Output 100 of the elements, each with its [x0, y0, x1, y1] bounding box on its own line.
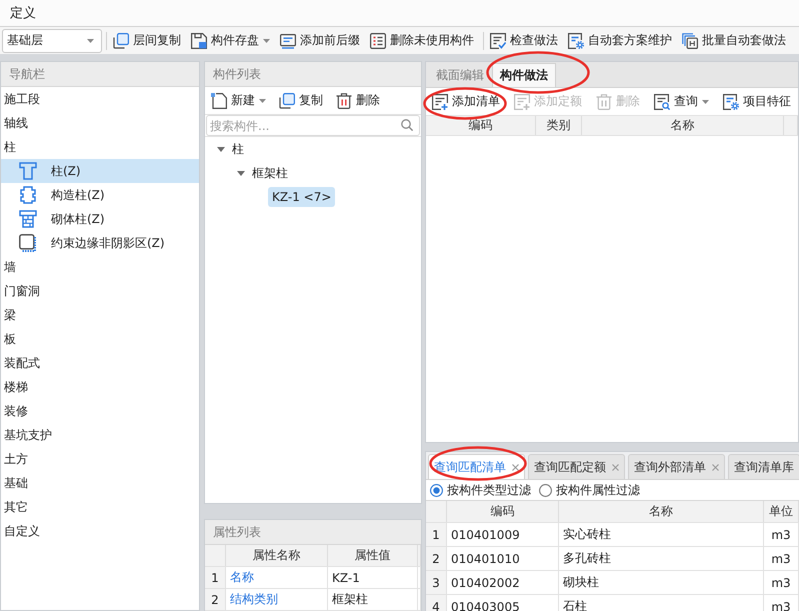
table-cell: 多孔砖柱 [559, 547, 764, 570]
table-cell: 框架柱 [328, 589, 418, 610]
close-icon[interactable] [512, 464, 519, 470]
list-plus-icon [514, 94, 530, 110]
table-cell: 010401010 [447, 547, 559, 570]
radio-option[interactable]: 按构件属性过滤 [539, 482, 640, 498]
toolbar-button[interactable]: 检查做法 [485, 28, 563, 52]
caret-icon[interactable] [237, 170, 245, 176]
tab[interactable]: 查询外部清单 [628, 454, 725, 479]
radio-option[interactable]: 按构件类型过滤 [430, 482, 531, 498]
tab[interactable]: 查询匹配定额 [528, 454, 625, 479]
nav-item[interactable]: 基坑支护 [1, 423, 199, 447]
nav-item[interactable]: 自定义 [1, 519, 199, 543]
table-cell: 010403005 [447, 595, 559, 611]
tree-item[interactable]: 柱 [228, 138, 248, 160]
tree-item[interactable]: KZ-1 <7> [268, 187, 336, 207]
nav-item[interactable]: 轴线 [1, 111, 199, 135]
square-icon [19, 234, 37, 252]
panel-title: 构件列表 [205, 62, 421, 87]
copy-icon [279, 92, 295, 108]
column-header: 编码 [426, 116, 536, 135]
list-icon [370, 32, 386, 48]
toolbar-button[interactable]: 构件存盘 [186, 28, 275, 52]
nav-item[interactable]: 柱(Z) [1, 159, 199, 183]
toolbar-button[interactable]: 批量自动套做法 [677, 28, 791, 52]
table-cell: m3 [764, 523, 799, 546]
trash-icon [336, 92, 352, 108]
table-cell: 实心砖柱 [559, 523, 764, 546]
nav-item[interactable]: 装修 [1, 399, 199, 423]
row-number: 1 [205, 567, 226, 588]
nav-item[interactable]: 土方 [1, 447, 199, 471]
save-icon [191, 32, 207, 48]
nav-item[interactable]: 施工段 [1, 87, 199, 111]
toolbar-button[interactable]: 添加前后缀 [275, 28, 365, 52]
close-icon[interactable] [612, 464, 619, 470]
table-cell: KZ-1 [328, 567, 418, 588]
toolbar-button[interactable]: 删除未使用构件 [365, 28, 479, 52]
list-plus-icon [432, 94, 448, 110]
nav-item[interactable]: 梁 [1, 303, 199, 327]
table-cell: 砌块柱 [559, 571, 764, 594]
nav-item[interactable]: 门窗洞 [1, 279, 199, 303]
tab[interactable]: 构件做法 [492, 63, 556, 87]
brick-column-icon [19, 210, 37, 228]
caret-icon[interactable] [217, 146, 225, 152]
row-number: 1 [426, 523, 447, 546]
close-icon[interactable] [712, 464, 719, 470]
column-header: 类别 [536, 116, 582, 135]
search-icon [401, 119, 413, 131]
table-cell: 结构类别 [226, 589, 328, 610]
column-header: 属性名称 [226, 545, 328, 566]
row-number: 4 [426, 595, 447, 611]
row-number: 2 [426, 547, 447, 570]
caret-icon [87, 38, 94, 42]
nav-item[interactable]: 柱 [1, 135, 199, 159]
search-field[interactable]: 搜索构件... [206, 115, 420, 136]
column-icon [19, 162, 37, 180]
panel-title: 导航栏 [1, 62, 199, 87]
table-cell: 010402002 [447, 571, 559, 594]
nav-item[interactable]: 墙 [1, 255, 199, 279]
menu-item[interactable]: 定义 [6, 2, 40, 24]
row-number: 3 [426, 571, 447, 594]
table-cell: m3 [764, 595, 799, 611]
toolbar-button[interactable]: 复制 [275, 88, 327, 112]
nav-item[interactable]: 砌体柱(Z) [1, 207, 199, 231]
stacked-squares-icon [682, 32, 698, 48]
document-gear-icon [568, 32, 584, 48]
nav-item[interactable]: 约束边缘非阴影区(Z) [1, 231, 199, 255]
copy-icon [113, 32, 129, 48]
column-header: 单位 [764, 501, 799, 522]
column-outline-icon [19, 186, 37, 204]
table-cell: 名称 [226, 567, 328, 588]
new-file-icon [211, 92, 227, 108]
table-cell: 010401009 [447, 523, 559, 546]
column-header: 编码 [447, 501, 559, 522]
toolbar-button[interactable]: 查询 [650, 90, 713, 114]
nav-item[interactable]: 其它 [1, 495, 199, 519]
table-cell: m3 [764, 547, 799, 570]
tab[interactable]: 查询清单库 [728, 454, 799, 479]
toolbar-button[interactable]: 自动套方案维护 [563, 28, 677, 52]
floor-select[interactable]: 基础层 [2, 28, 102, 52]
table-cell: m3 [764, 571, 799, 594]
nav-item[interactable]: 基础 [1, 471, 199, 495]
trash-icon [596, 94, 612, 110]
nav-item[interactable]: 板 [1, 327, 199, 351]
toolbar-button[interactable]: 项目特征 [719, 90, 795, 114]
checklist-icon [490, 32, 506, 48]
document-gear-icon [723, 94, 739, 110]
toolbar-button[interactable]: 删除 [332, 88, 384, 112]
panel-title: 属性列表 [205, 520, 421, 545]
document-search-icon [654, 94, 670, 110]
column-header: 名称 [559, 501, 764, 522]
row-number: 2 [205, 589, 226, 610]
nav-item[interactable]: 构造柱(Z) [1, 183, 199, 207]
text-box-icon [280, 32, 296, 48]
nav-item[interactable]: 装配式 [1, 351, 199, 375]
toolbar-button[interactable]: 新建 [207, 88, 270, 112]
toolbar-button[interactable]: 层间复制 [108, 28, 186, 52]
tree-item[interactable]: 框架柱 [248, 162, 292, 184]
nav-item[interactable]: 楼梯 [1, 375, 199, 399]
column-header: 名称 [582, 116, 784, 135]
